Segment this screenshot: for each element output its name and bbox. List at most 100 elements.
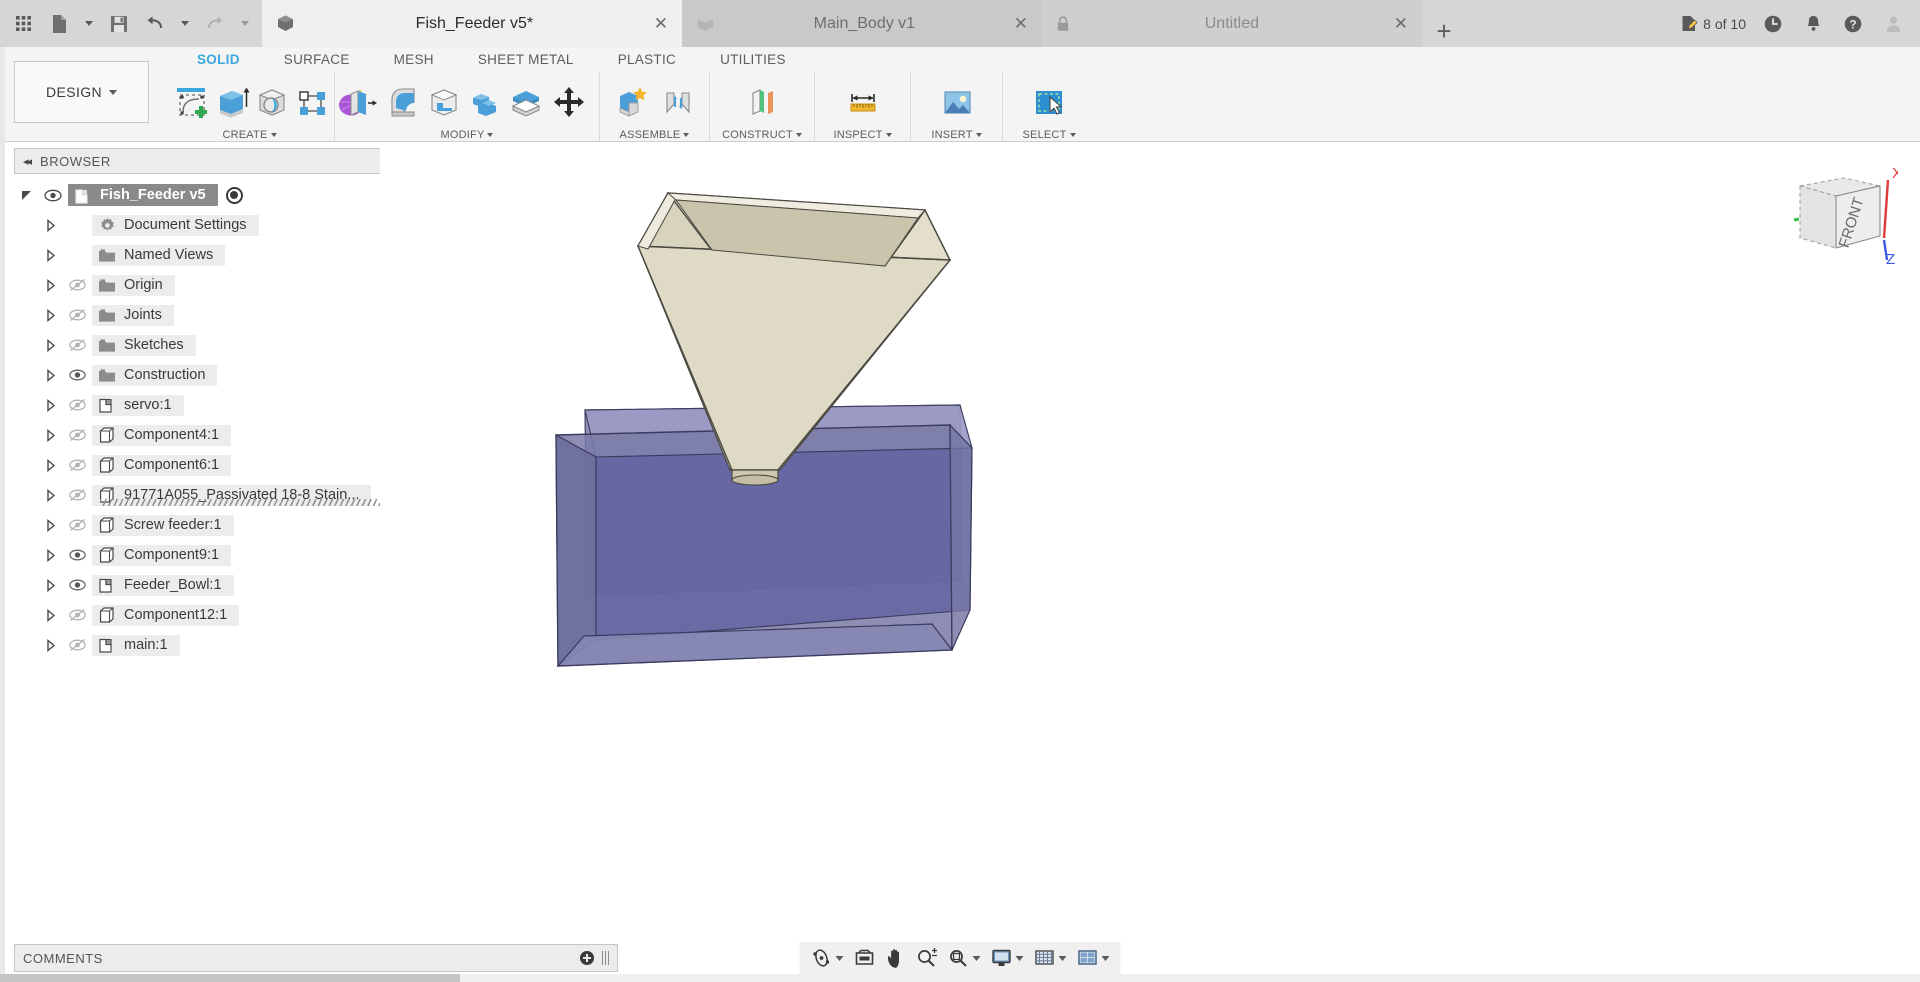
combine-icon[interactable] (465, 75, 506, 129)
notifications-icon[interactable] (1794, 0, 1832, 47)
orbit-icon[interactable] (806, 943, 849, 973)
chevron-down-icon[interactable] (972, 955, 981, 961)
tree-item-content[interactable]: Named Views (92, 244, 226, 266)
close-tab-icon[interactable]: ✕ (1014, 15, 1028, 32)
insert-image-icon[interactable] (933, 75, 980, 129)
horizontal-scrollbar[interactable] (0, 974, 1920, 982)
undo-dropdown[interactable] (174, 4, 196, 44)
panel-construct-label[interactable]: CONSTRUCT (710, 129, 814, 144)
activate-component-radio[interactable] (225, 186, 243, 204)
chevron-down-icon[interactable] (835, 955, 844, 961)
panel-select-label[interactable]: SELECT (1003, 129, 1095, 144)
visibility-eye-off-icon[interactable] (62, 398, 92, 412)
visibility-eye-off-icon[interactable] (62, 518, 92, 532)
visibility-eye-icon[interactable] (38, 189, 68, 202)
ribbon-tab-mesh[interactable]: MESH (372, 52, 456, 67)
visibility-eye-off-icon[interactable] (62, 638, 92, 652)
create-sketch-icon[interactable] (172, 75, 212, 129)
tree-item-content[interactable]: Document Settings (92, 214, 259, 236)
new-component-icon[interactable] (607, 75, 654, 129)
display-settings-icon[interactable] (986, 943, 1029, 973)
expander-right-icon[interactable] (38, 398, 62, 412)
visibility-eye-off-icon[interactable] (62, 458, 92, 472)
expander-right-icon[interactable] (38, 338, 62, 352)
joint-icon[interactable] (654, 75, 701, 129)
expander-right-icon[interactable] (38, 458, 62, 472)
panel-modify-label[interactable]: MODIFY (335, 129, 599, 144)
ribbon-tab-plastic[interactable]: PLASTIC (596, 52, 698, 67)
tree-item-content[interactable]: Feeder_Bowl:1 (92, 574, 234, 596)
tree-item-content[interactable]: servo:1 (92, 394, 184, 416)
select-window-icon[interactable] (1026, 75, 1073, 129)
grid-snap-icon[interactable] (1029, 943, 1072, 973)
tree-item-content[interactable]: Component9:1 (92, 544, 232, 566)
visibility-eye-off-icon[interactable] (62, 608, 92, 622)
document-tab-fish-feeder[interactable]: Fish_Feeder v5* ✕ (262, 0, 682, 47)
tree-item-content[interactable]: Origin (92, 274, 175, 296)
save-icon[interactable] (102, 4, 136, 44)
ribbon-tab-sheet-metal[interactable]: SHEET METAL (456, 52, 596, 67)
expander-right-icon[interactable] (38, 278, 62, 292)
visibility-eye-icon[interactable] (62, 578, 92, 592)
ribbon-tab-surface[interactable]: SURFACE (262, 52, 372, 67)
collapse-panel-icon[interactable]: ◂◂ (23, 155, 32, 168)
expander-right-icon[interactable] (38, 548, 62, 562)
revolve-icon[interactable] (252, 75, 292, 129)
visibility-eye-icon[interactable] (62, 548, 92, 562)
visibility-eye-off-icon[interactable] (62, 308, 92, 322)
workspace-switcher-button[interactable]: DESIGN (14, 61, 149, 123)
expander-right-icon[interactable] (38, 638, 62, 652)
3d-viewport[interactable]: FRONT X Z (380, 148, 1920, 943)
tree-item-content[interactable]: Sketches (92, 334, 196, 356)
new-tab-button[interactable]: + (1422, 16, 1466, 47)
visibility-eye-off-icon[interactable] (62, 278, 92, 292)
offset-plane-construct-icon[interactable] (739, 75, 786, 129)
expander-right-icon[interactable] (38, 608, 62, 622)
view-cube[interactable]: FRONT X Z (1788, 156, 1902, 268)
press-pull-icon[interactable] (342, 75, 383, 129)
document-tab-main-body[interactable]: Main_Body v1 ✕ (682, 0, 1042, 47)
expander-right-icon[interactable] (38, 368, 62, 382)
tree-item-content[interactable]: Joints (92, 304, 174, 326)
close-tab-icon[interactable]: ✕ (654, 15, 668, 32)
expander-right-icon[interactable] (38, 248, 62, 262)
tree-item-content[interactable]: Component12:1 (92, 604, 240, 626)
help-icon[interactable]: ? (1834, 0, 1872, 47)
zoom-icon[interactable] (911, 943, 943, 973)
close-tab-icon[interactable]: ✕ (1394, 15, 1408, 32)
comments-panel-header[interactable]: COMMENTS (14, 944, 618, 972)
visibility-eye-icon[interactable] (62, 368, 92, 382)
chevron-down-icon[interactable] (1058, 955, 1067, 961)
undo-icon[interactable] (138, 4, 172, 44)
redo-icon[interactable] (198, 4, 232, 44)
expander-right-icon[interactable] (38, 308, 62, 322)
shell-icon[interactable] (424, 75, 465, 129)
tree-item-content[interactable]: Component4:1 (92, 424, 232, 446)
measure-icon[interactable] (839, 75, 886, 129)
document-tab-untitled[interactable]: Untitled ✕ (1042, 0, 1422, 47)
tree-item-content[interactable]: Fish_Feeder v5 (68, 184, 218, 206)
expander-right-icon[interactable] (38, 428, 62, 442)
look-at-icon[interactable] (849, 943, 881, 973)
panel-inspect-label[interactable]: INSPECT (815, 129, 910, 144)
pan-icon[interactable] (881, 943, 911, 973)
chevron-down-icon[interactable] (1015, 955, 1024, 961)
tree-item-content[interactable]: Component6:1 (92, 454, 232, 476)
panel-create-label[interactable]: CREATE (165, 129, 334, 144)
offset-plane-icon[interactable] (506, 75, 547, 129)
expander-down-icon[interactable] (14, 189, 38, 202)
account-avatar[interactable] (1874, 0, 1912, 47)
extrude-icon[interactable] (212, 75, 252, 129)
fillet-icon[interactable] (383, 75, 424, 129)
fit-icon[interactable] (943, 943, 986, 973)
visibility-eye-off-icon[interactable] (62, 338, 92, 352)
ribbon-tab-solid[interactable]: SOLID (175, 52, 262, 67)
tree-item-content[interactable]: Construction (92, 364, 218, 386)
expander-right-icon[interactable] (38, 488, 62, 502)
visibility-eye-off-icon[interactable] (62, 488, 92, 502)
recent-icon[interactable] (1754, 0, 1792, 47)
expander-right-icon[interactable] (38, 218, 62, 232)
new-document-icon[interactable] (42, 4, 76, 44)
ribbon-tab-utilities[interactable]: UTILITIES (698, 52, 808, 67)
tree-item-content[interactable]: main:1 (92, 634, 180, 656)
